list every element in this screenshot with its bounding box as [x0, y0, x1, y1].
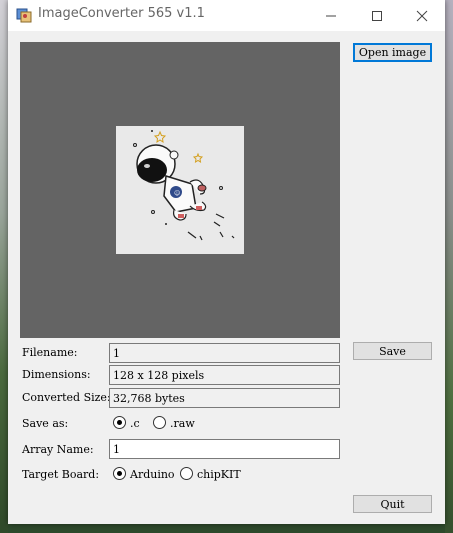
astronaut-icon: ☺: [133, 130, 235, 241]
minimize-button[interactable]: [308, 0, 354, 31]
open-image-button[interactable]: Open image: [353, 43, 432, 62]
svg-text:☺: ☺: [174, 190, 180, 197]
app-icon: [16, 8, 32, 23]
filename-label: Filename:: [22, 346, 78, 359]
desktop-background-left: [0, 0, 8, 533]
target-board-label: Target Board:: [22, 468, 100, 481]
filename-field: 1: [109, 343, 340, 363]
converted-size-label: Converted Size:: [22, 391, 111, 404]
app-window: ImageConverter 565 v1.1 ☺ Open image Sav…: [8, 0, 445, 524]
minimize-icon: [326, 15, 336, 16]
target-board-chipkit-label[interactable]: chipKIT: [197, 468, 241, 481]
array-name-input[interactable]: 1: [109, 439, 340, 459]
desktop-background-right: [445, 0, 453, 533]
converted-size-field: 32,768 bytes: [109, 388, 340, 408]
save-as-c-label[interactable]: .c: [130, 417, 140, 430]
array-name-label: Array Name:: [22, 443, 94, 456]
save-as-raw-label[interactable]: .raw: [170, 417, 195, 430]
target-board-chipkit-radio[interactable]: [180, 467, 193, 480]
image-preview-panel: ☺: [20, 42, 340, 338]
close-icon: [416, 10, 428, 21]
maximize-icon: [372, 10, 382, 21]
save-button[interactable]: Save: [353, 342, 432, 360]
image-thumbnail: ☺: [116, 126, 244, 254]
title-bar[interactable]: ImageConverter 565 v1.1: [8, 0, 445, 31]
save-as-label: Save as:: [22, 417, 69, 430]
window-title: ImageConverter 565 v1.1: [38, 6, 205, 21]
close-button[interactable]: [399, 0, 445, 31]
target-board-arduino-label[interactable]: Arduino: [130, 468, 175, 481]
save-as-c-radio[interactable]: [113, 416, 126, 429]
dimensions-label: Dimensions:: [22, 368, 91, 381]
dimensions-field: 128 x 128 pixels: [109, 365, 340, 385]
quit-button[interactable]: Quit: [353, 495, 432, 513]
save-as-raw-radio[interactable]: [153, 416, 166, 429]
target-board-arduino-radio[interactable]: [113, 467, 126, 480]
maximize-button[interactable]: [354, 0, 400, 31]
